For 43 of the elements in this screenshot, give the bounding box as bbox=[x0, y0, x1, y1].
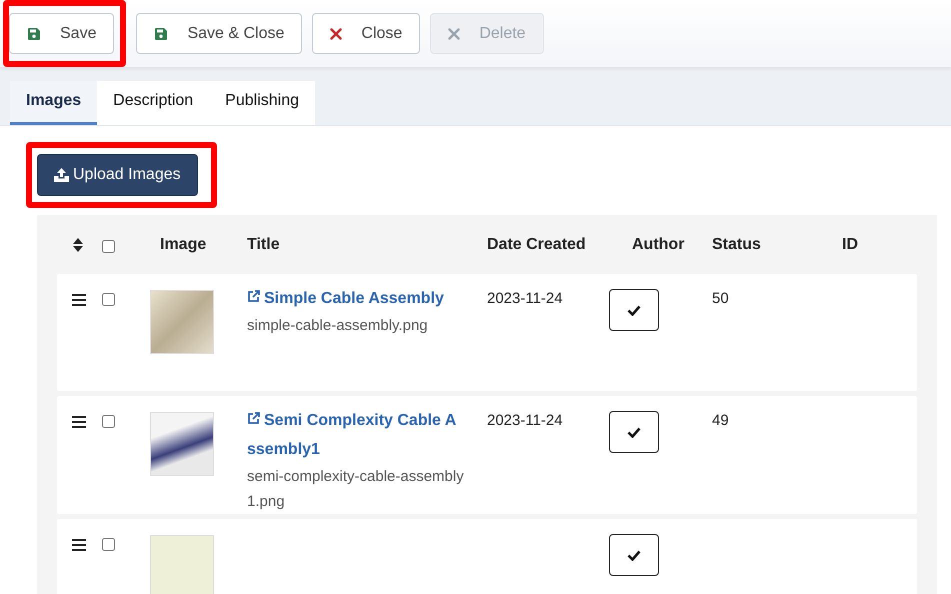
photo-placeholder bbox=[150, 535, 214, 594]
author-toggle-button[interactable] bbox=[609, 534, 659, 576]
sort-icon bbox=[73, 238, 83, 252]
row-checkbox[interactable] bbox=[102, 415, 115, 428]
column-header[interactable]: Title bbox=[247, 236, 487, 254]
close-button[interactable]: Close bbox=[312, 13, 420, 54]
checkmark-icon bbox=[627, 550, 641, 560]
drag-handle-icon bbox=[72, 539, 86, 551]
close-icon bbox=[448, 28, 460, 40]
author-toggle-button[interactable] bbox=[609, 289, 659, 331]
column-header[interactable]: Image bbox=[150, 236, 247, 254]
status-cell-text: 49 bbox=[712, 412, 730, 429]
external-link-icon bbox=[247, 290, 260, 303]
upload-icon bbox=[54, 168, 69, 182]
tab[interactable]: Publishing bbox=[209, 81, 315, 125]
row-checkbox[interactable] bbox=[102, 538, 115, 551]
status-cell-text: 50 bbox=[712, 290, 730, 307]
title-link[interactable]: Simple Cable Assembly bbox=[247, 284, 465, 313]
tab[interactable]: Description bbox=[97, 81, 210, 125]
checkmark-icon bbox=[627, 304, 641, 316]
save-button[interactable]: Save & Close bbox=[136, 13, 302, 54]
column-header[interactable]: Status bbox=[712, 236, 842, 254]
upload-button[interactable]: Upload Images bbox=[37, 154, 198, 196]
select-all-checkbox[interactable] bbox=[102, 240, 115, 252]
column-header[interactable]: ID bbox=[842, 236, 917, 254]
row-checkbox[interactable] bbox=[102, 293, 115, 306]
tab[interactable]: Images bbox=[10, 81, 98, 125]
close-icon bbox=[330, 28, 342, 40]
external-link-icon bbox=[247, 412, 260, 425]
column-header[interactable]: Date Created bbox=[487, 236, 609, 254]
date-cell-text: 2023-11-24 bbox=[487, 290, 564, 307]
column-header[interactable]: Author bbox=[609, 236, 712, 254]
filename-text: semi-complexity-cable-assembly1.png bbox=[247, 467, 465, 512]
save-button[interactable]: Save bbox=[9, 13, 114, 54]
date-cell-text: 2023-11-24 bbox=[487, 412, 564, 429]
photo-placeholder bbox=[150, 412, 214, 476]
title-link[interactable]: Semi Complexity Cable Assembly1 bbox=[247, 406, 465, 464]
drag-handle-icon bbox=[72, 416, 86, 428]
filename-text: simple-cable-assembly.png bbox=[247, 316, 429, 336]
checkmark-icon bbox=[627, 426, 641, 438]
photo-placeholder bbox=[150, 290, 214, 354]
author-toggle-button[interactable] bbox=[609, 411, 659, 453]
drag-handle-icon bbox=[72, 294, 86, 306]
